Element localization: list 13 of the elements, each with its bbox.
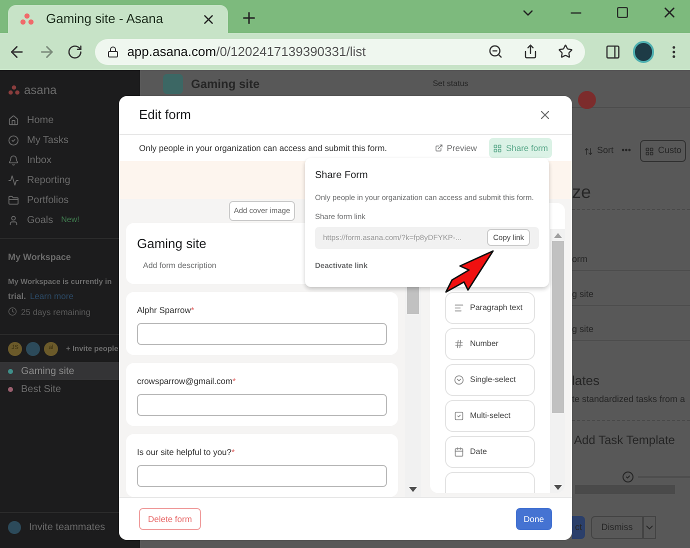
new-label: New! [61, 214, 80, 226]
days-remaining: 25 days remaining [21, 306, 90, 318]
dialog-title: Edit form [139, 106, 192, 124]
popover-title: Share Form [315, 169, 369, 183]
logo-text: asana [24, 82, 57, 99]
workspace-title: My Workspace [8, 251, 72, 264]
question-label: Is our site helpful to you?* [137, 446, 236, 459]
question-label: crowsparrow@gmail.com* [137, 375, 237, 388]
trial-text: trial. [8, 290, 26, 302]
access-notice: Only people in your organization can access and submit this form. [139, 142, 388, 154]
question-label: Alphr Sparrow* [137, 304, 196, 317]
tab-title: Gaming site - Asana [46, 10, 164, 28]
url-text: app.asana.com/0/1202417139390331/list [127, 42, 367, 61]
